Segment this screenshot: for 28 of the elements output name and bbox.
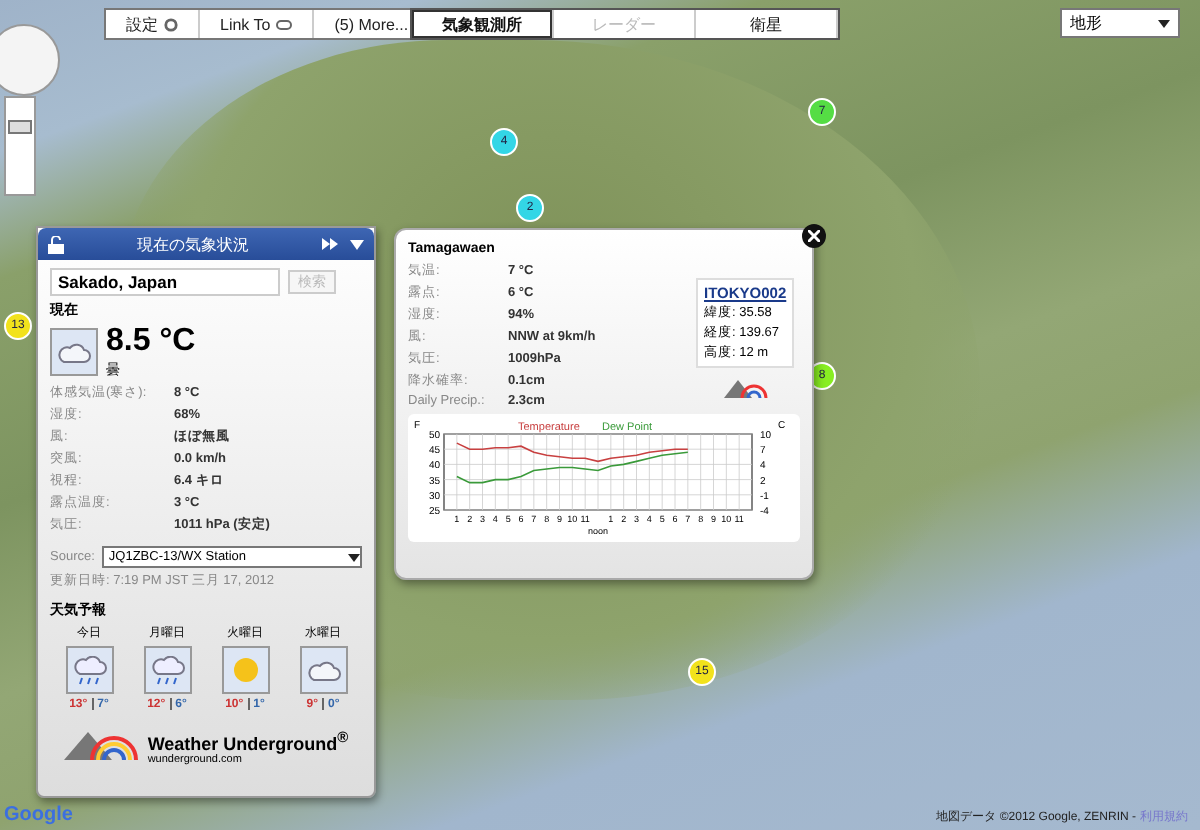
caret-icon — [348, 553, 360, 561]
terrain-map[interactable] — [0, 0, 1200, 830]
location-field[interactable]: Sakado, Japan — [50, 268, 280, 296]
unlock-icon[interactable] — [48, 235, 64, 253]
dropdown-arrow-icon[interactable] — [350, 239, 364, 249]
close-icon[interactable] — [802, 224, 826, 248]
panel-title: 現在の気象状況 — [135, 233, 251, 255]
cloud-rain-icon — [149, 655, 185, 685]
zoom-thumb[interactable] — [8, 119, 32, 133]
cloud-icon — [56, 340, 92, 364]
temperature-reading: 8.5 °C — [106, 324, 196, 360]
mountain-rainbow-logo — [723, 376, 768, 398]
mountain-rainbow-logo — [63, 728, 140, 765]
cloud-rain-icon — [71, 655, 107, 685]
sun-icon — [231, 656, 259, 684]
link-icon — [276, 19, 293, 29]
map-type-dropdown[interactable]: 地形 — [1060, 8, 1180, 38]
map-logo: Google — [4, 804, 73, 826]
cloud-icon — [305, 658, 341, 682]
toolbar-item[interactable]: Link To — [200, 10, 315, 38]
layer-tab[interactable]: 気象観測所 — [412, 10, 554, 38]
caret-icon — [1158, 19, 1170, 27]
brand-name: Weather Underground$^{®}$ — [147, 727, 349, 754]
toolbar-item[interactable]: 設定 — [106, 10, 200, 38]
layer-tab[interactable]: 衛星 — [696, 10, 838, 38]
pan-control[interactable] — [0, 24, 60, 96]
zoom-slider[interactable] — [4, 96, 36, 196]
fast-forward-icon[interactable] — [322, 238, 338, 250]
